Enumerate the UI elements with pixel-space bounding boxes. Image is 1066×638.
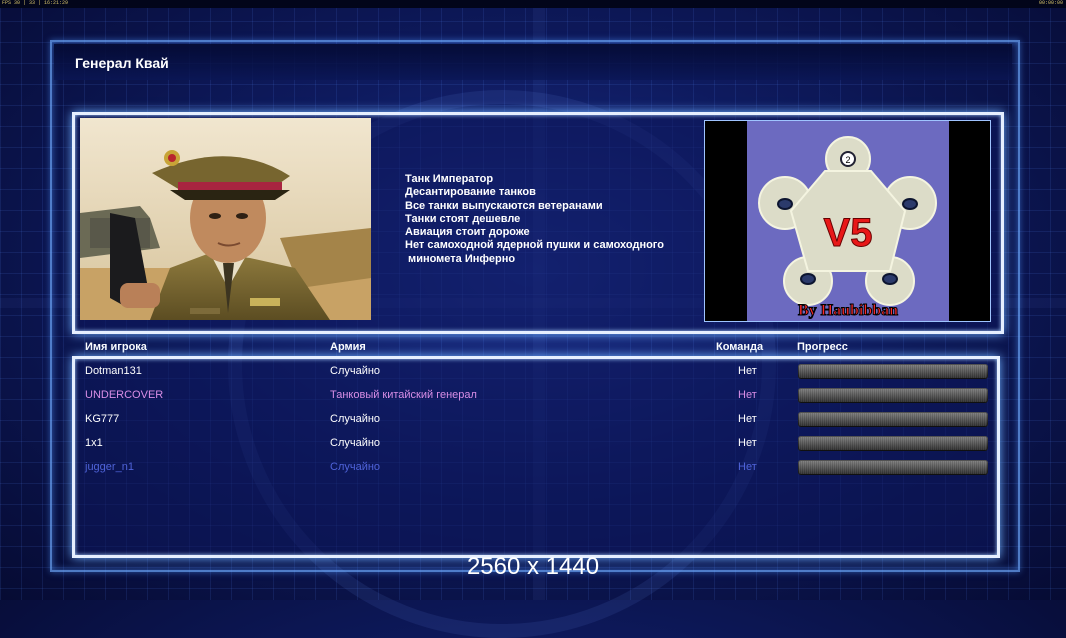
trait-item: Авиация стоит дороже xyxy=(405,226,530,239)
header-progress: Прогресс xyxy=(797,341,848,353)
header-team: Команда xyxy=(716,341,764,353)
trait-item: Нет самоходной ядерной пушки и самоходно… xyxy=(405,239,664,252)
player-name: jugger_n1 xyxy=(85,461,134,473)
player-row: jugger_n1 Случайно Нет xyxy=(0,458,1066,480)
player-army: Случайно xyxy=(330,437,381,449)
trait-item: Танк Император xyxy=(405,173,494,185)
map-author: By Haubibban xyxy=(798,302,898,319)
player-team: Нет xyxy=(738,389,757,401)
player-team: Нет xyxy=(738,461,757,473)
player-row: 1x1 Случайно Нет xyxy=(0,434,1066,456)
player-army: Танковый китайский генерал xyxy=(330,389,477,401)
hud-fps: FPS 30 | 33 | 16:21:29 xyxy=(2,0,69,6)
player-progress-bar xyxy=(798,412,988,427)
player-team: Нет xyxy=(738,437,757,449)
trait-item: Десантирование танков xyxy=(405,186,536,199)
player-progress-bar xyxy=(798,436,988,451)
player-army: Случайно xyxy=(330,413,381,425)
hud-strip xyxy=(0,0,1066,8)
map-slot-label: 2 xyxy=(845,155,850,165)
player-row: KG777 Случайно Нет xyxy=(0,410,1066,432)
trait-item: Танки стоят дешевле xyxy=(405,212,521,225)
header-player: Имя игрока xyxy=(85,341,147,353)
player-progress-bar xyxy=(798,388,988,403)
map-preview: 2 V5 By Haubibban xyxy=(704,120,991,322)
resolution-label: 2560 x 1440 xyxy=(466,553,600,580)
player-name: 1x1 xyxy=(85,437,103,449)
player-row: Dotman131 Случайно Нет xyxy=(0,362,1066,384)
hud-timer: 00:00:00 xyxy=(1038,0,1063,6)
player-progress-bar xyxy=(798,460,988,475)
title-bar xyxy=(54,44,1012,80)
player-row: UNDERCOVER Танковый китайский генерал Нет xyxy=(0,386,1066,408)
player-name: KG777 xyxy=(85,413,120,425)
player-progress-bar xyxy=(798,364,988,379)
player-army: Случайно xyxy=(330,461,381,473)
general-traits: Танк Император Десантирование танков Все… xyxy=(405,173,664,266)
trait-item: Все танки выпускаются ветеранами xyxy=(405,199,603,212)
player-name: Dotman131 xyxy=(85,365,142,377)
map-name: V5 xyxy=(824,211,873,255)
trait-item: минометa Инферно xyxy=(405,252,516,265)
player-name: UNDERCOVER xyxy=(85,389,164,401)
player-team: Нет xyxy=(738,365,757,377)
general-portrait xyxy=(80,118,371,320)
player-army: Случайно xyxy=(330,365,381,377)
header-army: Армия xyxy=(330,341,366,353)
player-team: Нет xyxy=(738,413,757,425)
general-title: Генерал Квай xyxy=(75,55,169,71)
